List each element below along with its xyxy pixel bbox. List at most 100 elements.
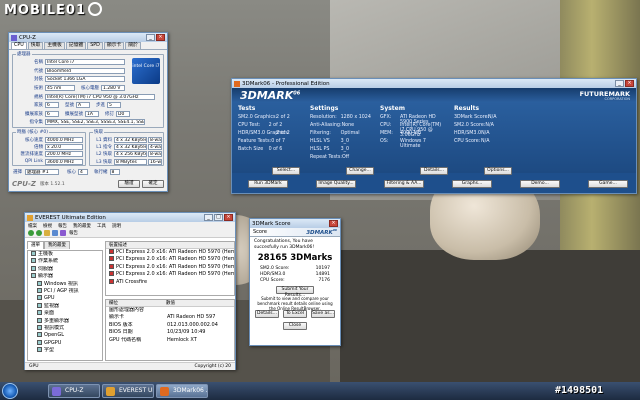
menu-item-2[interactable]: 報告: [58, 223, 67, 229]
everest-titlebar[interactable]: EVEREST Ultimate Edition _ □ ×: [25, 213, 235, 222]
change-settings-button[interactable]: Change...: [346, 167, 374, 175]
list-item[interactable]: ATI Crossfire: [109, 278, 234, 286]
tree-item-label: 監視器: [44, 302, 60, 309]
3dmark-action-button-3[interactable]: Graphs...: [452, 180, 492, 188]
menu-item-3[interactable]: 我的最愛: [73, 223, 91, 229]
tab-5[interactable]: 顯示卡: [103, 42, 125, 49]
value-column-header[interactable]: 數值: [166, 300, 175, 306]
minimize-button[interactable]: _: [615, 80, 624, 87]
3dmark-action-button-2[interactable]: Filtering & AA...: [384, 180, 424, 188]
validate-button[interactable]: 驗證: [118, 180, 140, 188]
ok-button[interactable]: 確定: [142, 180, 164, 188]
cache-way: 16-way: [148, 158, 162, 165]
forward-icon[interactable]: [36, 230, 42, 236]
menu-item-4[interactable]: 工具: [97, 223, 106, 229]
taskbar-item-0[interactable]: CPU-Z: [48, 384, 100, 398]
clock-row: 倍頻 x 20.0: [15, 143, 85, 151]
tab-2[interactable]: 主機板: [44, 42, 65, 49]
tab-6[interactable]: 關於: [125, 42, 141, 49]
score-details-button[interactable]: Details...: [255, 310, 279, 318]
tree-item[interactable]: GPGPU: [31, 339, 102, 347]
minimize-button[interactable]: _: [204, 214, 213, 221]
tab-0[interactable]: CPU: [11, 42, 27, 49]
3dmark-action-button-4[interactable]: Demo...: [520, 180, 560, 188]
refresh-icon[interactable]: [52, 230, 58, 236]
submit-results-button[interactable]: Submit Your Results...: [276, 286, 314, 298]
property-row[interactable]: 圖形處理器內容: [109, 307, 234, 314]
property-row[interactable]: GPU 代碼名稱 Hemlock XT: [109, 337, 234, 344]
cpuz-window[interactable]: CPU-Z _ × CPU 快取 主機板 記憶體 SPD 顯示卡 關於 處理器 名稱 Inte…: [8, 32, 168, 192]
up-icon[interactable]: [44, 230, 50, 236]
cache-row: L3 快取8 MBytes16-way: [92, 158, 163, 165]
close-button[interactable]: ×: [329, 220, 338, 227]
tab-3[interactable]: 記憶體: [65, 42, 87, 49]
status-text: GPU: [29, 364, 39, 369]
select-tests-button[interactable]: Select...: [272, 167, 300, 175]
list-item[interactable]: PCI Express 2.0 x16: ATI Radeon HD 5970 …: [109, 263, 234, 271]
everest-window[interactable]: EVEREST Ultimate Edition _ □ × 檔案 檢視 報告 我的最…: [24, 212, 236, 370]
menu-item-1[interactable]: 檢視: [43, 223, 52, 229]
menu-item-0[interactable]: 檔案: [28, 223, 37, 229]
menu-item-5[interactable]: 說明: [112, 223, 121, 229]
3dmark-action-button-1[interactable]: Image Quality...: [316, 180, 356, 188]
tree-item[interactable]: 多重顯示器: [31, 317, 102, 325]
processor-select[interactable]: 處理器 #1: [25, 169, 59, 175]
property-row[interactable]: 顯示卡 ATI Radeon HD 597: [109, 314, 234, 321]
tree-item[interactable]: 顯示器: [31, 273, 102, 280]
taskbar-item-1[interactable]: EVEREST Ult...: [102, 384, 154, 398]
3dmark-titlebar[interactable]: 3DMark06 - Professional Edition _ ×: [232, 79, 636, 88]
tree-item[interactable]: 字型: [31, 347, 102, 354]
tree-item-label: GPU: [44, 295, 55, 302]
score-titlebar[interactable]: 3DMark Score ×: [250, 219, 340, 228]
3dmark-action-button-5[interactable]: Game...: [588, 180, 628, 188]
cpuz-titlebar[interactable]: CPU-Z _ ×: [9, 33, 167, 42]
close-button[interactable]: ×: [224, 214, 233, 221]
tree-item-icon: [37, 317, 42, 323]
tree-item[interactable]: Windows 視訊: [31, 280, 102, 288]
score-window[interactable]: 3DMark Score × Score 3DMARK06 Congratula…: [249, 218, 341, 346]
property-row[interactable]: BIOS 版本 012.013.000.002.04: [109, 322, 234, 329]
tab-1[interactable]: 快取: [27, 42, 44, 49]
to-excel-button[interactable]: To Excel: [283, 310, 307, 318]
tree-item[interactable]: 視訊模式: [31, 324, 102, 332]
row-label: 擴展家族: [25, 111, 43, 117]
tree-item[interactable]: 作業系統: [31, 258, 102, 265]
everest-tree: 主機板 作業系統 伺服器 顯示器 Windows 視訊 PCI / AGP 視訊 GPU 監視…: [27, 250, 103, 361]
start-button[interactable]: [2, 383, 18, 399]
back-icon[interactable]: [28, 230, 34, 236]
system-row: OS: Windows 7 Ultimate: [380, 139, 452, 149]
tree-item[interactable]: OpenGL: [31, 332, 102, 339]
tree-item[interactable]: 伺服器: [31, 265, 102, 273]
score-close-button[interactable]: Close: [283, 322, 307, 330]
report-button[interactable]: 報告: [69, 230, 78, 236]
cache-value: 4 x 32 KBytes: [114, 136, 147, 143]
processor-row: 指令集 MMX, SSE, SSE2, SSE3, SSSE3, SSE4.1, …: [15, 118, 161, 127]
report-icon[interactable]: [60, 230, 66, 236]
everest-tab-0[interactable]: 選單: [27, 241, 44, 249]
property-row[interactable]: BIOS 日期 10/23/09 10:49: [109, 329, 234, 336]
list-item-label: PCI Express 2.0 x16: ATI Radeon HD 5970 …: [116, 256, 234, 263]
close-button[interactable]: ×: [625, 80, 634, 87]
taskbar-item-2[interactable]: 3DMark06 ...: [156, 384, 208, 398]
3dmark-action-button-0[interactable]: Run 3DMark: [248, 180, 288, 188]
tree-item[interactable]: 監視器: [31, 302, 102, 310]
list-item[interactable]: PCI Express 2.0 x16: ATI Radeon HD 5970 …: [109, 249, 234, 256]
field-column-header[interactable]: 欄位: [106, 300, 166, 306]
results-options-button[interactable]: Options...: [484, 167, 512, 175]
everest-tab-1[interactable]: 我的最愛: [44, 241, 70, 249]
minimize-button[interactable]: _: [146, 34, 155, 41]
tree-item[interactable]: GPU: [31, 295, 102, 302]
close-button[interactable]: ×: [156, 34, 165, 41]
tree-item[interactable]: PCI / AGP 視訊: [31, 287, 102, 295]
tree-item[interactable]: 主機板: [31, 251, 102, 258]
threads-value: 8: [109, 169, 120, 175]
list-item[interactable]: PCI Express 2.0 x16: ATI Radeon HD 5970 …: [109, 271, 234, 278]
maximize-button[interactable]: □: [214, 214, 223, 221]
save-as-button[interactable]: Save as...: [311, 310, 335, 318]
tab-4[interactable]: SPD: [87, 42, 103, 49]
3dmark-window[interactable]: 3DMark06 - Professional Edition _ × 3DMA…: [231, 78, 637, 194]
tree-item[interactable]: 桌面: [31, 310, 102, 317]
list-item[interactable]: PCI Express 2.0 x16: ATI Radeon HD 5970 …: [109, 256, 234, 263]
system-row-key: CPU:: [380, 123, 392, 128]
system-details-button[interactable]: Details...: [420, 167, 448, 175]
